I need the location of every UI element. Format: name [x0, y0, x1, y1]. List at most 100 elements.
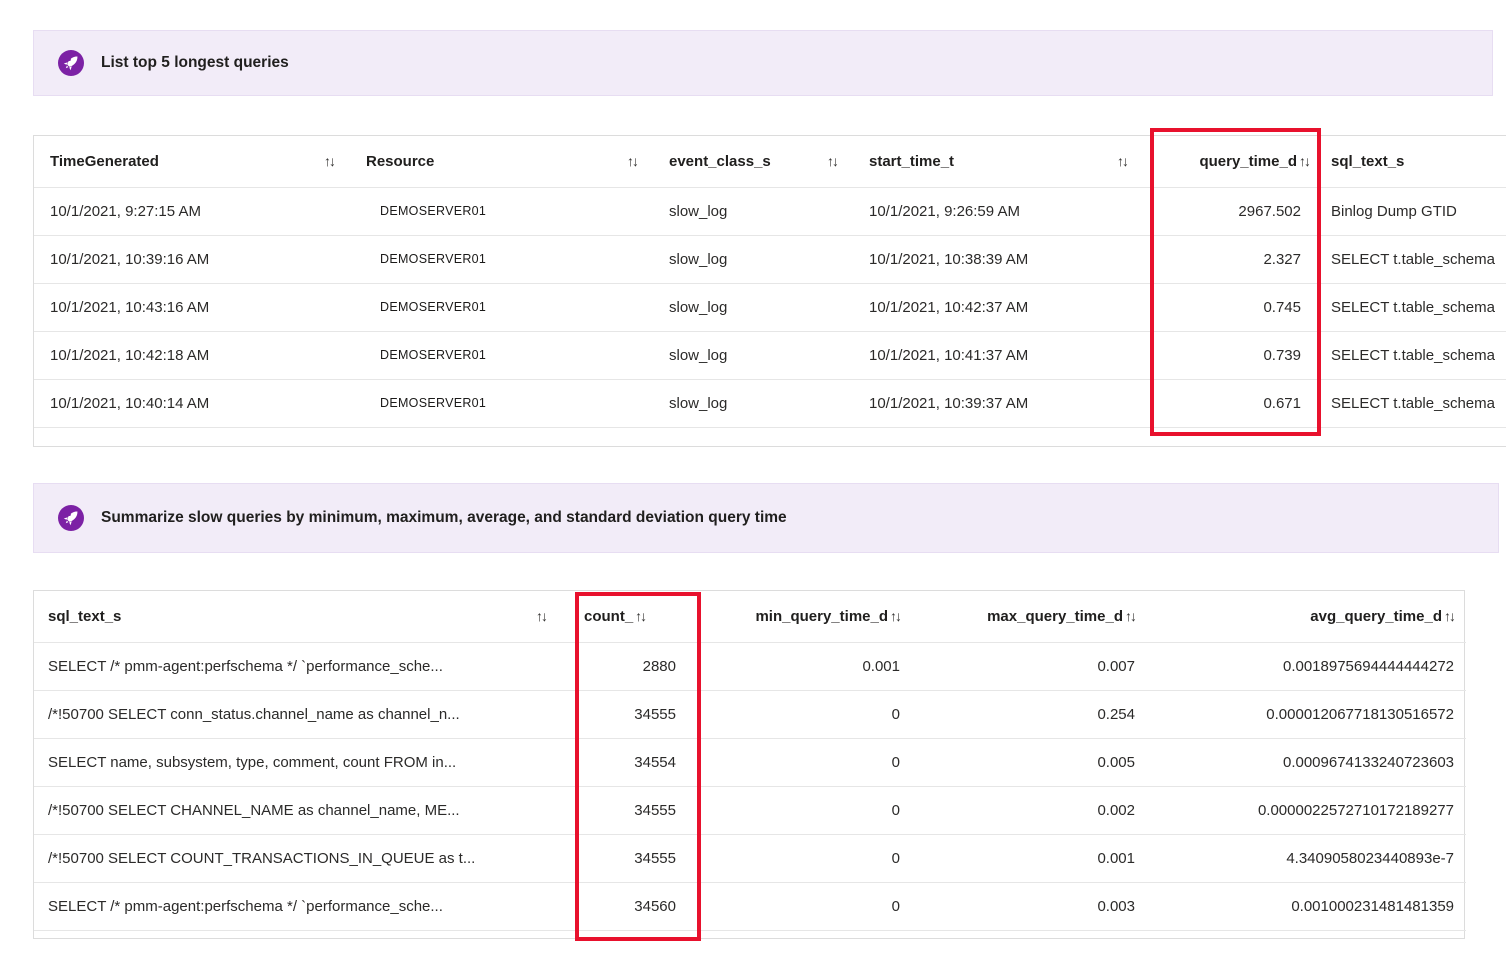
cell-count: 34555 [576, 690, 701, 739]
cell-event-class: slow_log [653, 331, 853, 380]
cell-sql-text: SELECT t.table_schema [1315, 379, 1506, 428]
column-label: min_query_time_d [755, 607, 888, 625]
table-row[interactable]: SELECT /* pmm-agent:perfschema */ `perfo… [34, 642, 1466, 691]
table-row[interactable]: 10/1/2021, 10:40:14 AM DEMOSERVER01 slow… [34, 379, 1506, 428]
table-row[interactable]: 10/1/2021, 10:43:16 AM DEMOSERVER01 slow… [34, 283, 1506, 332]
table-row[interactable]: 10/1/2021, 10:42:18 AM DEMOSERVER01 slow… [34, 331, 1506, 380]
sort-icon[interactable]: ↑↓ [1115, 153, 1129, 169]
cell-max-query-time: 0.003 [906, 882, 1141, 931]
sort-icon[interactable]: ↑↓ [1123, 608, 1137, 624]
prompt-label: List top 5 longest queries [101, 54, 289, 71]
cell-start-time: 10/1/2021, 10:39:37 AM [853, 379, 1143, 428]
column-header-count[interactable]: count_ ↑↓ [576, 591, 701, 643]
cell-sql-text: /*!50700 SELECT COUNT_TRANSACTIONS_IN_QU… [34, 834, 576, 883]
cell-avg-query-time: 0.0009674133240723603 [1141, 738, 1466, 787]
cell-timegenerated: 10/1/2021, 10:39:16 AM [34, 235, 350, 284]
table-row[interactable]: SELECT name, subsystem, type, comment, c… [34, 738, 1466, 787]
cell-resource: DEMOSERVER01 [350, 187, 653, 236]
cell-event-class: slow_log [653, 283, 853, 332]
cell-avg-query-time: 0.0018975694444444272 [1141, 642, 1466, 691]
table-row[interactable]: 10/1/2021, 9:27:15 AM DEMOSERVER01 slow_… [34, 187, 1506, 236]
cell-resource: DEMOSERVER01 [350, 235, 653, 284]
cell-count: 34555 [576, 786, 701, 835]
results-page: List top 5 longest queries TimeGenerated… [0, 0, 1506, 979]
cell-min-query-time: 0 [701, 834, 906, 883]
cell-sql-text: /*!50700 SELECT CHANNEL_NAME as channel_… [34, 786, 576, 835]
cell-avg-query-time: 0.0000022572710172189277 [1141, 786, 1466, 835]
column-header-sql-text[interactable]: sql_text_s [1315, 136, 1506, 188]
column-label: query_time_d [1199, 152, 1297, 170]
cell-query-time: 2967.502 [1143, 187, 1315, 236]
cell-max-query-time: 0.007 [906, 642, 1141, 691]
cell-avg-query-time: 0.001000231481481359 [1141, 882, 1466, 931]
cell-event-class: slow_log [653, 379, 853, 428]
column-header-resource[interactable]: Resource ↑↓ [350, 136, 653, 188]
cell-sql-text: SELECT t.table_schema [1315, 331, 1506, 380]
cell-start-time: 10/1/2021, 10:41:37 AM [853, 331, 1143, 380]
table-row[interactable]: /*!50700 SELECT CHANNEL_NAME as channel_… [34, 786, 1466, 835]
cell-resource: DEMOSERVER01 [350, 283, 653, 332]
sort-icon[interactable]: ↑↓ [534, 608, 548, 624]
cell-sql-text: SELECT name, subsystem, type, comment, c… [34, 738, 576, 787]
column-header-event-class[interactable]: event_class_s ↑↓ [653, 136, 853, 188]
table-row[interactable]: /*!50700 SELECT conn_status.channel_name… [34, 690, 1466, 739]
cell-start-time: 10/1/2021, 9:26:59 AM [853, 187, 1143, 236]
column-label: start_time_t [869, 152, 955, 170]
cell-query-time: 0.745 [1143, 283, 1315, 332]
copilot-rocket-icon [58, 50, 84, 76]
cell-timegenerated: 10/1/2021, 10:43:16 AM [34, 283, 350, 332]
column-label: max_query_time_d [987, 607, 1123, 625]
cell-timegenerated: 10/1/2021, 9:27:15 AM [34, 187, 350, 236]
column-header-min-query-time[interactable]: min_query_time_d ↑↓ [701, 591, 906, 643]
cell-max-query-time: 0.005 [906, 738, 1141, 787]
cell-min-query-time: 0.001 [701, 642, 906, 691]
column-header-query-time[interactable]: query_time_d ↑↓ [1143, 136, 1315, 188]
cell-count: 34555 [576, 834, 701, 883]
cell-timegenerated: 10/1/2021, 10:42:18 AM [34, 331, 350, 380]
cell-sql-text: /*!50700 SELECT conn_status.channel_name… [34, 690, 576, 739]
table-row[interactable]: /*!50700 SELECT COUNT_TRANSACTIONS_IN_QU… [34, 834, 1466, 883]
column-header-start-time[interactable]: start_time_t ↑↓ [853, 136, 1143, 188]
column-label: sql_text_s [1331, 152, 1405, 170]
cell-start-time: 10/1/2021, 10:38:39 AM [853, 235, 1143, 284]
prompt-label: Summarize slow queries by minimum, maxim… [101, 509, 787, 526]
table-header-row: sql_text_s ↑↓ count_ ↑↓ min_query_time_d ↑↓… [34, 591, 1466, 643]
sort-icon[interactable]: ↑↓ [1297, 153, 1311, 169]
column-header-timegenerated[interactable]: TimeGenerated ↑↓ [34, 136, 350, 188]
column-header-sql-text[interactable]: sql_text_s ↑↓ [34, 591, 576, 643]
table-row[interactable]: SELECT /* pmm-agent:perfschema */ `perfo… [34, 882, 1466, 931]
longest-queries-table: TimeGenerated ↑↓ Resource ↑↓ event_class_s… [33, 135, 1506, 447]
column-header-avg-query-time[interactable]: avg_query_time_d ↑↓ [1141, 591, 1466, 643]
sort-icon[interactable]: ↑↓ [633, 608, 647, 624]
sort-icon[interactable]: ↑↓ [625, 153, 639, 169]
column-header-max-query-time[interactable]: max_query_time_d ↑↓ [906, 591, 1141, 643]
cell-max-query-time: 0.001 [906, 834, 1141, 883]
cell-count: 2880 [576, 642, 701, 691]
column-label: count_ [584, 607, 634, 625]
cell-sql-text: SELECT t.table_schema [1315, 283, 1506, 332]
cell-count: 34560 [576, 882, 701, 931]
cell-count: 34554 [576, 738, 701, 787]
cell-resource: DEMOSERVER01 [350, 379, 653, 428]
sort-icon[interactable]: ↑↓ [888, 608, 902, 624]
column-label: sql_text_s [48, 607, 122, 625]
cell-query-time: 2.327 [1143, 235, 1315, 284]
sort-icon[interactable]: ↑↓ [1442, 608, 1456, 624]
cell-event-class: slow_log [653, 235, 853, 284]
sort-icon[interactable]: ↑↓ [322, 153, 336, 169]
table-row[interactable]: 10/1/2021, 10:39:16 AM DEMOSERVER01 slow… [34, 235, 1506, 284]
prompt-card-summarize[interactable]: Summarize slow queries by minimum, maxim… [33, 483, 1499, 553]
cell-sql-text: SELECT t.table_schema [1315, 235, 1506, 284]
cell-min-query-time: 0 [701, 882, 906, 931]
cell-sql-text: Binlog Dump GTID [1315, 187, 1506, 236]
table-header-row: TimeGenerated ↑↓ Resource ↑↓ event_class_s… [34, 136, 1506, 188]
cell-timegenerated: 10/1/2021, 10:40:14 AM [34, 379, 350, 428]
cell-min-query-time: 0 [701, 786, 906, 835]
cell-avg-query-time: 0.000012067718130516572 [1141, 690, 1466, 739]
cell-event-class: slow_log [653, 187, 853, 236]
cell-max-query-time: 0.254 [906, 690, 1141, 739]
cell-max-query-time: 0.002 [906, 786, 1141, 835]
prompt-card-top5[interactable]: List top 5 longest queries [33, 30, 1493, 96]
sort-icon[interactable]: ↑↓ [825, 153, 839, 169]
column-label: avg_query_time_d [1310, 607, 1442, 625]
